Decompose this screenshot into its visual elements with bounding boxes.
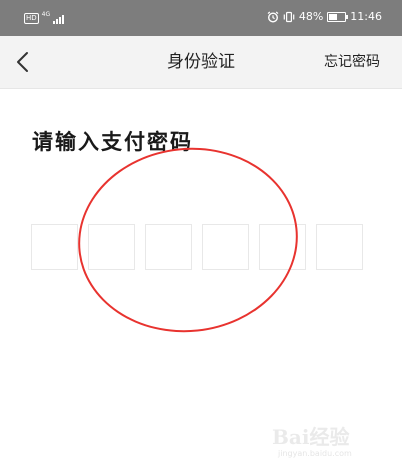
status-bar: HD 4G 48% 11:46 bbox=[0, 0, 402, 36]
forgot-password-link[interactable]: 忘记密码 bbox=[324, 53, 380, 71]
battery-fill bbox=[329, 14, 338, 20]
pin-input-row[interactable] bbox=[31, 224, 363, 270]
vibrate-icon bbox=[283, 11, 295, 23]
status-right: 48% 11:46 bbox=[267, 10, 382, 24]
pin-digit-box[interactable] bbox=[202, 224, 249, 270]
status-left: HD 4G bbox=[24, 11, 65, 24]
hd-icon: HD bbox=[24, 13, 39, 24]
battery-percent: 48% bbox=[298, 10, 324, 23]
nav-bar: 身份验证 忘记密码 bbox=[0, 36, 402, 89]
pin-digit-box[interactable] bbox=[259, 224, 306, 270]
pin-digit-box[interactable] bbox=[31, 224, 78, 270]
pin-digit-box[interactable] bbox=[88, 224, 135, 270]
network-type: 4G bbox=[41, 11, 51, 18]
watermark-text: Bai经验 bbox=[272, 425, 350, 449]
alarm-icon bbox=[267, 11, 279, 23]
battery-icon bbox=[327, 12, 349, 22]
watermark: Bai经验 jingyan.baidu.com bbox=[272, 425, 392, 461]
clock-time: 11:46 bbox=[350, 10, 382, 23]
watermark-subtext: jingyan.baidu.com bbox=[278, 449, 352, 458]
pin-digit-box[interactable] bbox=[145, 224, 192, 270]
signal-icon bbox=[53, 15, 65, 24]
pin-digit-box[interactable] bbox=[316, 224, 363, 270]
password-prompt: 请输入支付密码 bbox=[32, 130, 193, 154]
